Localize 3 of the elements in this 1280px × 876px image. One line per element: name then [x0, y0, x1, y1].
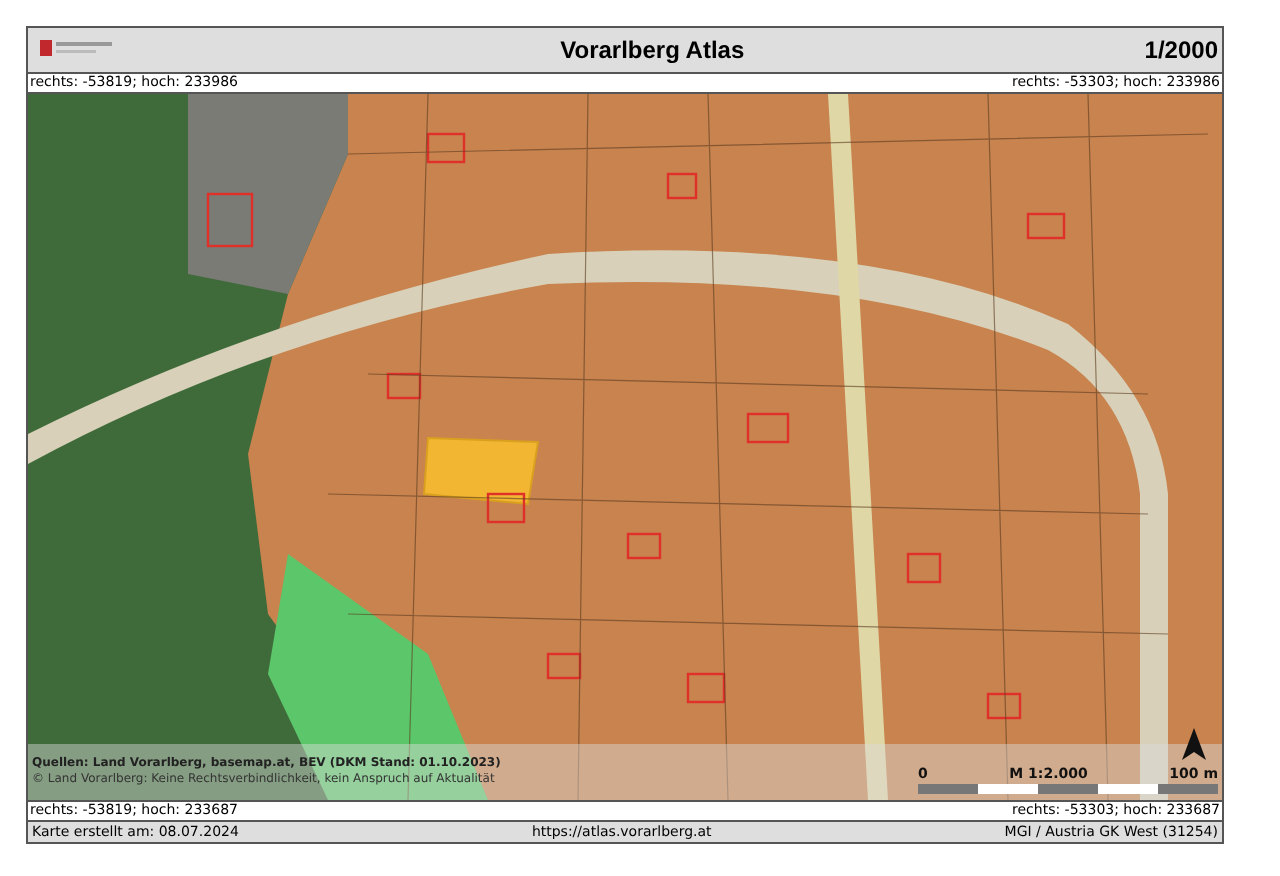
window-title: Vorarlberg Atlas: [558, 36, 747, 64]
map-scale: 1/2000: [1144, 36, 1218, 64]
north-arrow-icon: [1182, 728, 1206, 760]
